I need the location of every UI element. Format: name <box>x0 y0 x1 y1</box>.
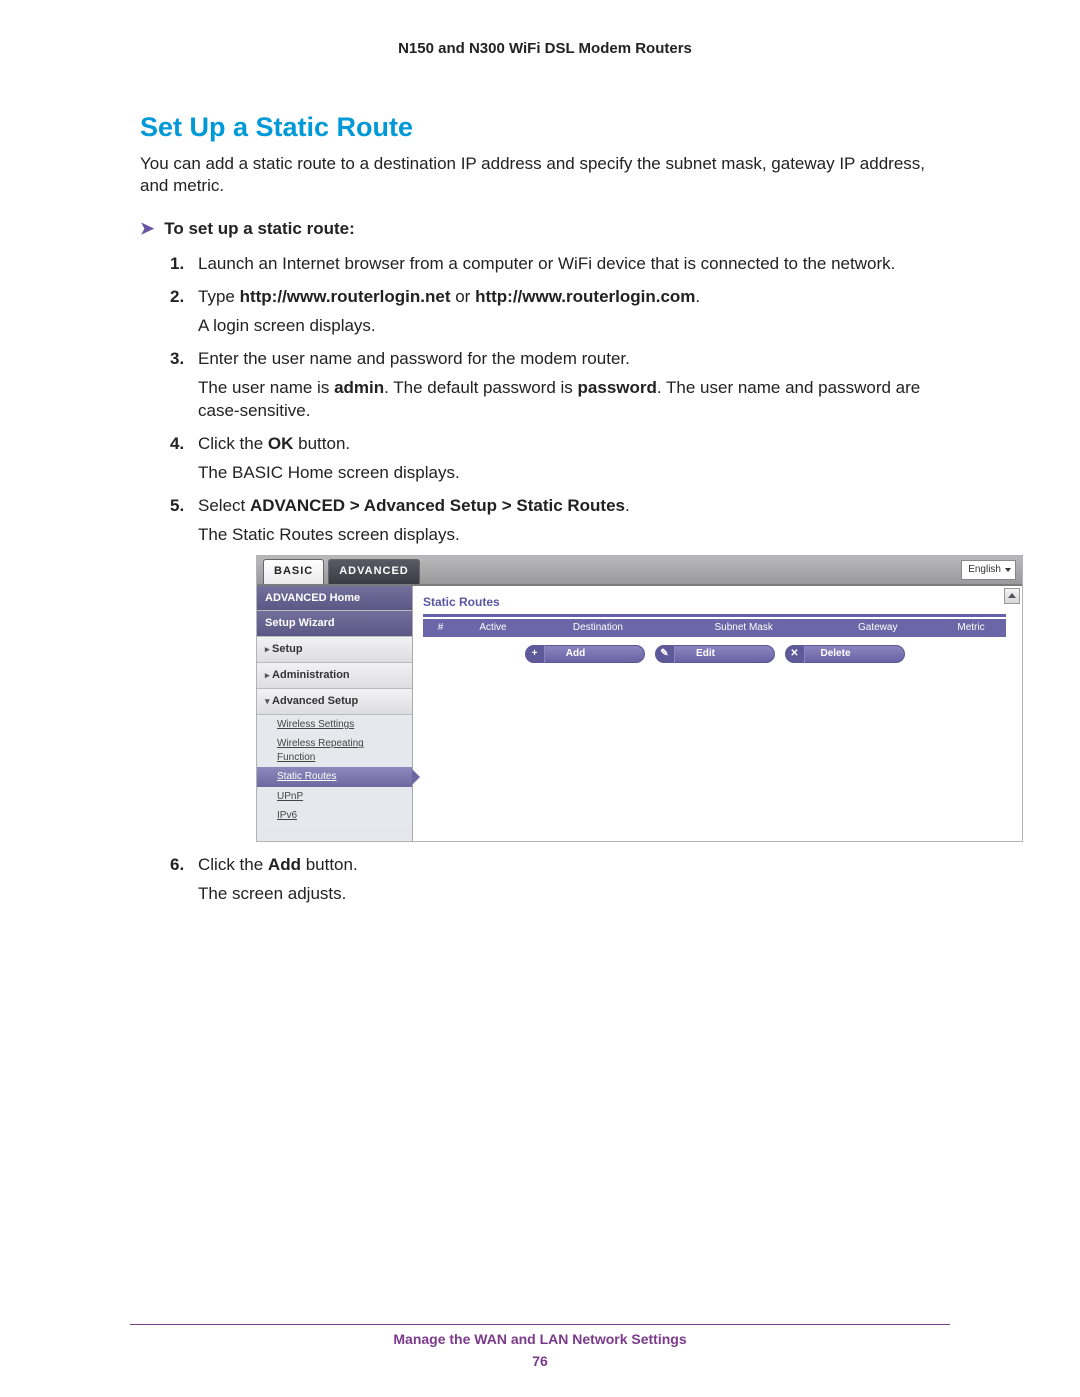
pencil-icon: ✎ <box>656 645 675 663</box>
language-label: English <box>968 563 1001 577</box>
footer-title: Manage the WAN and LAN Network Settings <box>393 1331 686 1347</box>
col-metric: Metric <box>936 621 1006 635</box>
col-gateway: Gateway <box>819 621 936 635</box>
step-4-pre: Click the <box>198 434 268 453</box>
tab-bar: BASIC ADVANCED English <box>257 556 1022 586</box>
sidebar-setup-wizard[interactable]: Setup Wizard <box>257 611 412 637</box>
arrow-icon: ➤ <box>140 219 154 239</box>
panel-title: Static Routes <box>423 590 1006 614</box>
divider <box>423 614 1006 617</box>
sub-wireless-repeating[interactable]: Wireless Repeating Function <box>257 734 412 767</box>
step-2-url1: http://www.routerlogin.net <box>240 287 451 306</box>
sub-wireless-settings[interactable]: Wireless Settings <box>257 715 412 735</box>
router-body: ADVANCED Home Setup Wizard Setup Adminis… <box>257 586 1022 841</box>
page-number: 76 <box>0 1353 1080 1369</box>
main-panel: Static Routes # Active Destination Subne… <box>413 586 1022 841</box>
sub-static-routes-wrap: Static Routes <box>257 767 412 787</box>
step-4-post: button. <box>293 434 350 453</box>
step-2-note: A login screen displays. <box>198 315 950 338</box>
step-5-pre: Select <box>198 496 250 515</box>
edit-button[interactable]: ✎ Edit <box>655 645 775 663</box>
step-4-note: The BASIC Home screen displays. <box>198 462 950 485</box>
procedure-title: To set up a static route: <box>164 219 355 239</box>
step-1-text: Launch an Internet browser from a comput… <box>198 254 895 273</box>
sidebar-setup[interactable]: Setup <box>257 637 412 663</box>
sub-static-routes[interactable]: Static Routes <box>257 767 412 787</box>
col-active: Active <box>458 621 528 635</box>
sub-upnp[interactable]: UPnP <box>257 787 412 807</box>
document-page: N150 and N300 WiFi DSL Modem Routers Set… <box>0 0 1080 1397</box>
step-2: Type http://www.routerlogin.net or http:… <box>170 286 950 338</box>
section-title: Set Up a Static Route <box>140 112 950 143</box>
tab-advanced[interactable]: ADVANCED <box>328 559 420 584</box>
step-2-mid: or <box>451 287 476 306</box>
step-6: Click the Add button. The screen adjusts… <box>170 854 950 906</box>
delete-button[interactable]: ✕ Delete <box>785 645 905 663</box>
edit-label: Edit <box>696 647 715 661</box>
step-6-note: The screen adjusts. <box>198 883 950 906</box>
step-2-url2: http://www.routerlogin.com <box>475 287 695 306</box>
sidebar-administration[interactable]: Administration <box>257 663 412 689</box>
add-label: Add <box>566 647 585 661</box>
router-ui-screenshot: BASIC ADVANCED English ADVANCED Home Set… <box>256 555 1023 842</box>
tab-basic[interactable]: BASIC <box>263 559 324 584</box>
col-destination: Destination <box>528 621 668 635</box>
sidebar-advanced-setup[interactable]: Advanced Setup <box>257 689 412 715</box>
sidebar: ADVANCED Home Setup Wizard Setup Adminis… <box>257 586 413 841</box>
x-icon: ✕ <box>786 645 805 663</box>
step-5-post: . <box>625 496 630 515</box>
add-button[interactable]: + Add <box>525 645 645 663</box>
step-3: Enter the user name and password for the… <box>170 348 950 423</box>
step-6-bold: Add <box>268 855 301 874</box>
delete-label: Delete <box>820 647 850 661</box>
step-6-post: button. <box>301 855 358 874</box>
step-3-note: The user name is admin. The default pass… <box>198 377 950 423</box>
table-header: # Active Destination Subnet Mask Gateway… <box>423 619 1006 637</box>
step-2-pre: Type <box>198 287 240 306</box>
step-5-note: The Static Routes screen displays. <box>198 524 950 547</box>
step-3-text: Enter the user name and password for the… <box>198 349 630 368</box>
language-select[interactable]: English <box>961 560 1016 580</box>
procedure-heading: ➤ To set up a static route: <box>140 219 950 239</box>
footer: Manage the WAN and LAN Network Settings … <box>0 1331 1080 1369</box>
plus-icon: + <box>526 645 545 663</box>
step-5: Select ADVANCED > Advanced Setup > Stati… <box>170 495 950 842</box>
action-row: + Add ✎ Edit ✕ Delete <box>423 637 1006 671</box>
footer-divider <box>130 1324 950 1325</box>
step-2-post: . <box>695 287 700 306</box>
intro-text: You can add a static route to a destinat… <box>140 153 950 197</box>
col-subnet: Subnet Mask <box>668 621 820 635</box>
step-1: Launch an Internet browser from a comput… <box>170 253 950 276</box>
step-4: Click the OK button. The BASIC Home scre… <box>170 433 950 485</box>
step-4-bold: OK <box>268 434 294 453</box>
steps-list: Launch an Internet browser from a comput… <box>170 253 950 905</box>
sub-ipv6[interactable]: IPv6 <box>257 806 412 826</box>
scroll-up-icon[interactable] <box>1004 588 1020 604</box>
sidebar-sub-items: Wireless Settings Wireless Repeating Fun… <box>257 715 412 826</box>
step-5-bold: ADVANCED > Advanced Setup > Static Route… <box>250 496 625 515</box>
step-6-pre: Click the <box>198 855 268 874</box>
sidebar-advanced-home[interactable]: ADVANCED Home <box>257 586 412 612</box>
col-hash: # <box>423 621 458 635</box>
doc-header: N150 and N300 WiFi DSL Modem Routers <box>140 40 950 57</box>
